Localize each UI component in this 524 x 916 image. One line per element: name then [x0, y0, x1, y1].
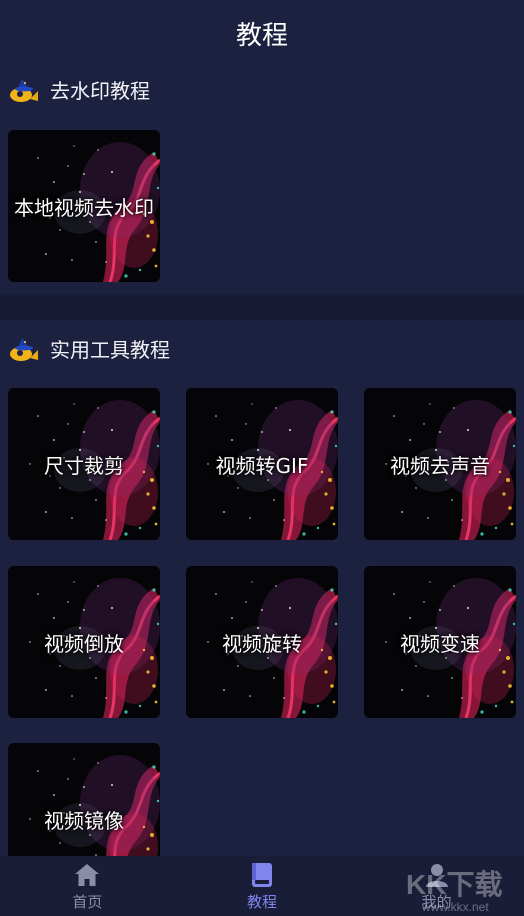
card-label: 视频去声音	[390, 453, 490, 478]
book-icon	[252, 862, 272, 887]
card-label: 尺寸裁剪	[44, 453, 124, 478]
tutorial-card-speed[interactable]: 视频变速	[364, 566, 516, 718]
wizard-mascot-icon	[10, 338, 38, 361]
tutorial-card-reverse[interactable]: 视频倒放	[8, 566, 160, 718]
card-label: 视频转GIF	[215, 453, 309, 478]
section-title: 实用工具教程	[50, 337, 170, 362]
tutorial-card-video-to-gif[interactable]: 视频转GIF	[186, 388, 338, 540]
section-title: 去水印教程	[50, 78, 150, 103]
nav-item-tutorial[interactable]: 教程	[175, 856, 350, 916]
nav-label: 首页	[72, 892, 103, 911]
card-label: 视频倒放	[44, 631, 124, 656]
tutorial-card-crop-size[interactable]: 尺寸裁剪	[8, 388, 160, 540]
tutorial-card-rotate[interactable]: 视频旋转	[186, 566, 338, 718]
section-divider	[0, 294, 524, 320]
section-header-tools: 实用工具教程	[0, 328, 524, 368]
card-label: 本地视频去水印	[14, 195, 154, 220]
nav-label: 教程	[247, 892, 278, 911]
tutorial-card-remove-watermark[interactable]: 本地视频去水印	[8, 130, 160, 282]
home-icon	[75, 863, 100, 886]
nav-item-home[interactable]: 首页	[0, 856, 175, 916]
card-label: 视频旋转	[222, 631, 302, 656]
section-header-watermark: 去水印教程	[0, 69, 524, 109]
svg-text:www.kkx.net: www.kkx.net	[421, 900, 489, 914]
tutorial-card-remove-audio[interactable]: 视频去声音	[364, 388, 516, 540]
site-watermark-logo: KK下载 www.kkx.net	[406, 869, 502, 914]
svg-text:KK下载: KK下载	[406, 869, 502, 900]
card-label: 视频变速	[400, 631, 480, 656]
wizard-mascot-icon	[10, 79, 38, 102]
page-title: 教程	[235, 20, 288, 51]
card-label: 视频镜像	[44, 808, 124, 833]
